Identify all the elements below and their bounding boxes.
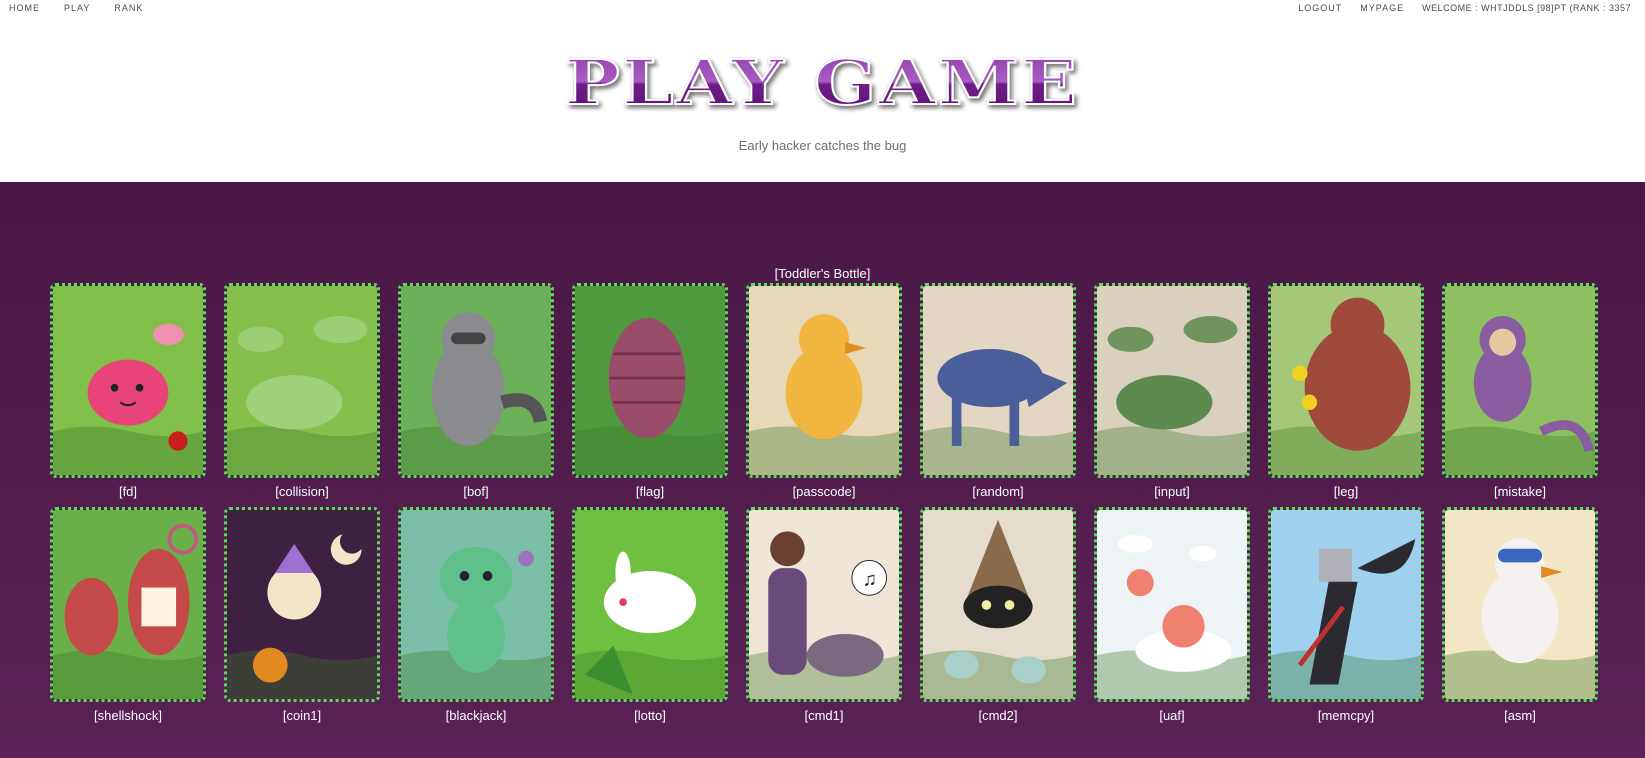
- game-card-label[interactable]: [shellshock]: [50, 708, 206, 723]
- game-card-frame[interactable]: [1268, 283, 1424, 478]
- top-nav: HOME PLAY RANK LOGOUT MYPAGE WELCOME : W…: [0, 0, 1645, 18]
- page-title: PLAY GAME: [564, 46, 1080, 119]
- game-card-label[interactable]: [random]: [920, 484, 1076, 499]
- game-card-frame[interactable]: [224, 507, 380, 702]
- game-illustration[interactable]: [575, 286, 725, 475]
- nav-right: LOGOUT MYPAGE WELCOME : WHTJDDLS [98]PT …: [1298, 3, 1631, 13]
- game-card-frame[interactable]: [1442, 507, 1598, 702]
- game-card[interactable]: ♫ [cmd1]: [746, 507, 902, 723]
- game-card-label[interactable]: [blackjack]: [398, 708, 554, 723]
- game-card-label[interactable]: [asm]: [1442, 708, 1598, 723]
- game-card-label[interactable]: [uaf]: [1094, 708, 1250, 723]
- game-card-label[interactable]: [bof]: [398, 484, 554, 499]
- game-card-frame[interactable]: ♫: [746, 507, 902, 702]
- game-card-label[interactable]: [passcode]: [746, 484, 902, 499]
- game-card-frame[interactable]: [920, 507, 1076, 702]
- title-wrap: PLAY GAME: [0, 46, 1645, 119]
- game-card[interactable]: [bof]: [398, 283, 554, 499]
- game-card-frame[interactable]: [572, 283, 728, 478]
- game-card-label[interactable]: [leg]: [1268, 484, 1424, 499]
- game-card-frame[interactable]: [224, 283, 380, 478]
- game-card[interactable]: [leg]: [1268, 283, 1424, 499]
- game-card-frame[interactable]: [572, 507, 728, 702]
- page-header: PLAY GAME Early hacker catches the bug: [0, 18, 1645, 182]
- nav-logout-link[interactable]: LOGOUT: [1298, 3, 1342, 13]
- game-card-frame[interactable]: [920, 283, 1076, 478]
- game-illustration[interactable]: [923, 286, 1073, 475]
- game-illustration[interactable]: [1097, 510, 1247, 699]
- game-illustration[interactable]: [1271, 286, 1421, 475]
- game-card-label[interactable]: [coin1]: [224, 708, 380, 723]
- game-illustration[interactable]: [1445, 286, 1595, 475]
- game-card-frame[interactable]: [1268, 507, 1424, 702]
- game-card-frame[interactable]: [1094, 507, 1250, 702]
- game-card-label[interactable]: [mistake]: [1442, 484, 1598, 499]
- game-card[interactable]: [flag]: [572, 283, 728, 499]
- game-card[interactable]: [shellshock]: [50, 507, 206, 723]
- nav-mypage-link[interactable]: MYPAGE: [1360, 3, 1404, 13]
- game-illustration[interactable]: [227, 286, 377, 475]
- game-card-frame[interactable]: [398, 283, 554, 478]
- game-illustration[interactable]: ♫: [749, 510, 899, 699]
- nav-home-link[interactable]: HOME: [9, 3, 40, 13]
- game-card[interactable]: [coin1]: [224, 507, 380, 723]
- game-card-label[interactable]: [input]: [1094, 484, 1250, 499]
- game-illustration[interactable]: [1271, 510, 1421, 699]
- game-card-label[interactable]: [lotto]: [572, 708, 728, 723]
- game-illustration[interactable]: [401, 286, 551, 475]
- nav-play-link[interactable]: PLAY: [64, 3, 90, 13]
- game-card-frame[interactable]: [1094, 283, 1250, 478]
- game-card-frame[interactable]: [746, 283, 902, 478]
- game-card[interactable]: [collision]: [224, 283, 380, 499]
- game-card[interactable]: [memcpy]: [1268, 507, 1424, 723]
- game-illustration[interactable]: [923, 510, 1073, 699]
- game-card[interactable]: [uaf]: [1094, 507, 1250, 723]
- game-area: [Toddler's Bottle] [fd] [collision] [bof] […: [0, 182, 1645, 758]
- game-card-label[interactable]: [flag]: [572, 484, 728, 499]
- game-card-frame[interactable]: [50, 283, 206, 478]
- game-illustration[interactable]: [1445, 510, 1595, 699]
- page-subtitle: Early hacker catches the bug: [738, 138, 907, 153]
- section-title: [Toddler's Bottle]: [774, 266, 871, 281]
- game-card[interactable]: [random]: [920, 283, 1076, 499]
- game-card-label[interactable]: [cmd2]: [920, 708, 1076, 723]
- game-illustration[interactable]: [1097, 286, 1247, 475]
- game-illustration[interactable]: [401, 510, 551, 699]
- game-card-frame[interactable]: [398, 507, 554, 702]
- game-card[interactable]: [fd]: [50, 283, 206, 499]
- game-card[interactable]: [passcode]: [746, 283, 902, 499]
- game-card-label[interactable]: [fd]: [50, 484, 206, 499]
- game-card-frame[interactable]: [1442, 283, 1598, 478]
- welcome-text: WELCOME : WHTJDDLS [98]PT (RANK : 3357: [1422, 3, 1631, 13]
- game-illustration[interactable]: [53, 286, 203, 475]
- game-card-label[interactable]: [cmd1]: [746, 708, 902, 723]
- svg-text:♫: ♫: [862, 570, 876, 591]
- game-illustration[interactable]: [53, 510, 203, 699]
- game-card[interactable]: [cmd2]: [920, 507, 1076, 723]
- game-card[interactable]: [blackjack]: [398, 507, 554, 723]
- game-card[interactable]: [mistake]: [1442, 283, 1598, 499]
- game-card[interactable]: [lotto]: [572, 507, 728, 723]
- game-illustration[interactable]: [227, 510, 377, 699]
- nav-rank-link[interactable]: RANK: [114, 3, 143, 13]
- game-illustration[interactable]: [749, 286, 899, 475]
- game-card-label[interactable]: [memcpy]: [1268, 708, 1424, 723]
- game-card[interactable]: [input]: [1094, 283, 1250, 499]
- nav-left: HOME PLAY RANK: [9, 3, 143, 13]
- game-illustration[interactable]: [575, 510, 725, 699]
- game-card-frame[interactable]: [50, 507, 206, 702]
- game-card-label[interactable]: [collision]: [224, 484, 380, 499]
- game-card[interactable]: [asm]: [1442, 507, 1598, 723]
